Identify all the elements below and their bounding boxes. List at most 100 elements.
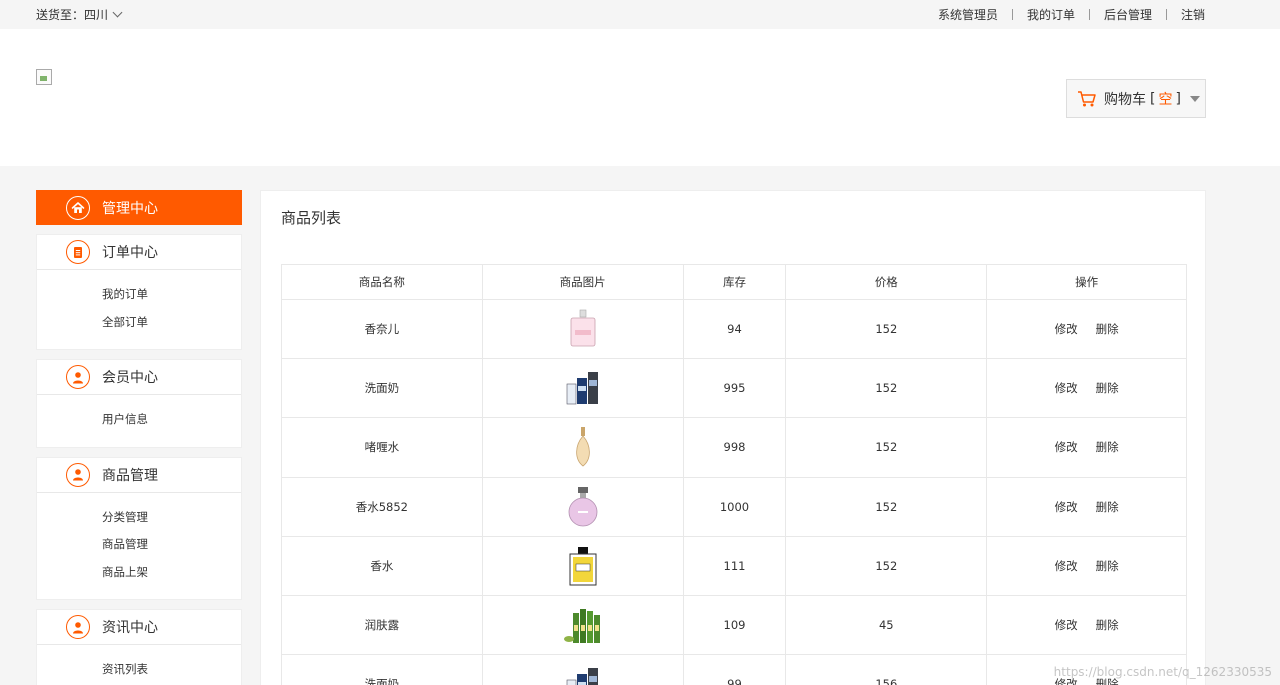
sidebar-section-header[interactable]: 商品管理: [37, 458, 241, 493]
edit-button[interactable]: 修改: [1055, 380, 1078, 396]
delete-button[interactable]: 删除: [1096, 380, 1119, 396]
product-price: 152: [785, 298, 988, 360]
table-row: 啫喱水 998 152 修改 删除: [281, 417, 1187, 478]
product-name: 洗面奶: [281, 654, 483, 685]
column-header-actions: 操作: [986, 264, 1187, 300]
sidebar-section-title: 商品管理: [102, 467, 158, 484]
delete-button[interactable]: 删除: [1096, 499, 1119, 515]
product-actions: 修改 删除: [986, 535, 1187, 596]
product-table: 商品名称 商品图片 库存 价格 操作 香奈儿 94 152 修改 删除 洗面奶 995 152…: [281, 264, 1187, 685]
product-stock: 99: [682, 654, 787, 685]
product-stock: 998: [682, 417, 787, 478]
sidebar-section-items: 我的订单 全部订单: [37, 270, 241, 349]
sidebar-section-items: 资讯列表: [37, 645, 241, 685]
watermark-text: https://blog.csdn.net/q_1262330535: [1053, 665, 1272, 679]
table-row: 润肤露 109 45 修改 删除: [281, 594, 1187, 656]
caret-down-icon: [1189, 95, 1200, 102]
sidebar-section-header[interactable]: 会员中心: [37, 360, 241, 395]
main-panel: 商品列表 商品名称 商品图片 库存 价格 操作 香奈儿 94 152 修改 删除 洗面奶 9…: [260, 190, 1206, 685]
column-header-price: 价格: [785, 264, 988, 300]
edit-button[interactable]: 修改: [1055, 617, 1078, 633]
product-actions: 修改 删除: [986, 358, 1187, 419]
page-title: 商品列表: [281, 209, 342, 227]
sidebar-active-title: 管理中心: [102, 200, 158, 217]
broken-logo-image-icon[interactable]: [36, 69, 52, 85]
product-price: 156: [785, 654, 988, 685]
edit-button[interactable]: 修改: [1055, 499, 1078, 515]
product-name: 香水5852: [281, 476, 483, 537]
product-image: [481, 654, 684, 685]
product-name: 香奈儿: [281, 298, 483, 360]
top-links: 系统管理员 我的订单 后台管理 注销: [938, 6, 1205, 23]
sidebar-item-news-list[interactable]: 资讯列表: [102, 656, 241, 684]
sidebar-item-product-listing[interactable]: 商品上架: [102, 559, 241, 587]
sidebar-item-all-orders[interactable]: 全部订单: [102, 309, 241, 337]
divider: [1011, 9, 1013, 20]
cart-label: 购物车: [1104, 91, 1146, 108]
cart-button[interactable]: 购物车 [ 空 ]: [1066, 79, 1206, 118]
header: 购物车 [ 空 ]: [0, 29, 1280, 166]
cart-bracket-close: ]: [1175, 90, 1181, 107]
edit-button[interactable]: 修改: [1055, 439, 1078, 455]
delivery-location-selector[interactable]: 送货至：四川: [36, 6, 123, 23]
product-name: 啫喱水: [281, 417, 483, 478]
link-admin-panel[interactable]: 后台管理: [1104, 6, 1152, 23]
sidebar-item-user-info[interactable]: 用户信息: [102, 406, 241, 434]
edit-button[interactable]: 修改: [1055, 558, 1078, 574]
product-stock: 1000: [682, 476, 787, 537]
product-actions: 修改 删除: [986, 298, 1187, 360]
sidebar-section-news: 资讯中心 资讯列表: [36, 609, 242, 685]
cart-status: 空: [1158, 91, 1173, 108]
link-logout[interactable]: 注销: [1181, 6, 1205, 23]
product-image: [481, 298, 684, 360]
user-icon: [66, 462, 90, 487]
product-image: [481, 535, 684, 596]
product-actions: 修改 删除: [986, 594, 1187, 656]
product-name: 香水: [281, 535, 483, 596]
product-image: [481, 358, 684, 419]
product-image: [481, 476, 684, 537]
divider: [1165, 9, 1167, 20]
delete-button[interactable]: 删除: [1096, 617, 1119, 633]
shopping-cart-icon: [1077, 90, 1097, 108]
sidebar-item-category-management[interactable]: 分类管理: [102, 504, 241, 532]
sidebar-section-header[interactable]: 资讯中心: [37, 610, 241, 645]
cart-bracket-open: [: [1150, 90, 1156, 107]
product-name: 洗面奶: [281, 358, 483, 419]
sidebar-item-admin-center[interactable]: 管理中心: [36, 190, 242, 225]
product-image: [481, 594, 684, 656]
sidebar-section-title: 会员中心: [102, 370, 158, 386]
link-system-admin[interactable]: 系统管理员: [938, 6, 998, 23]
table-header-row: 商品名称 商品图片 库存 价格 操作: [281, 264, 1187, 300]
product-stock: 111: [682, 535, 787, 596]
delete-button[interactable]: 删除: [1096, 558, 1119, 574]
sidebar-section-title: 资讯中心: [102, 620, 158, 636]
product-stock: 94: [682, 298, 787, 360]
product-price: 152: [785, 358, 988, 419]
product-price: 152: [785, 417, 988, 478]
product-name: 润肤露: [281, 594, 483, 656]
sidebar: 管理中心 订单中心 我的订单 全部订单 会员中心 用户信息 商品管理 分类管理 …: [36, 190, 242, 685]
sidebar-section-header[interactable]: 订单中心: [37, 235, 241, 270]
sidebar-section-items: 用户信息: [37, 395, 241, 447]
column-header-name: 商品名称: [281, 264, 483, 300]
delete-button[interactable]: 删除: [1096, 439, 1119, 455]
delivery-location-label: 送货至：四川: [36, 8, 109, 22]
sidebar-section-title: 订单中心: [102, 245, 158, 261]
chevron-down-icon: [112, 7, 123, 18]
edit-button[interactable]: 修改: [1055, 321, 1078, 337]
product-actions: 修改 删除: [986, 417, 1187, 478]
link-my-orders[interactable]: 我的订单: [1027, 6, 1075, 23]
sidebar-item-product-management[interactable]: 商品管理: [102, 531, 241, 559]
top-bar: 送货至：四川 系统管理员 我的订单 后台管理 注销: [0, 0, 1280, 29]
product-price: 45: [785, 594, 988, 656]
delete-button[interactable]: 删除: [1096, 321, 1119, 337]
divider: [1088, 9, 1090, 20]
table-row: 香水 111 152 修改 删除: [281, 535, 1187, 596]
table-row: 洗面奶 99 156 修改 删除: [281, 654, 1187, 685]
table-row: 香水5852 1000 152 修改 删除: [281, 476, 1187, 537]
sidebar-section-items: 分类管理 商品管理 商品上架: [37, 493, 241, 600]
product-stock: 995: [682, 358, 787, 419]
sidebar-item-my-orders[interactable]: 我的订单: [102, 281, 241, 309]
product-price: 152: [785, 476, 988, 537]
